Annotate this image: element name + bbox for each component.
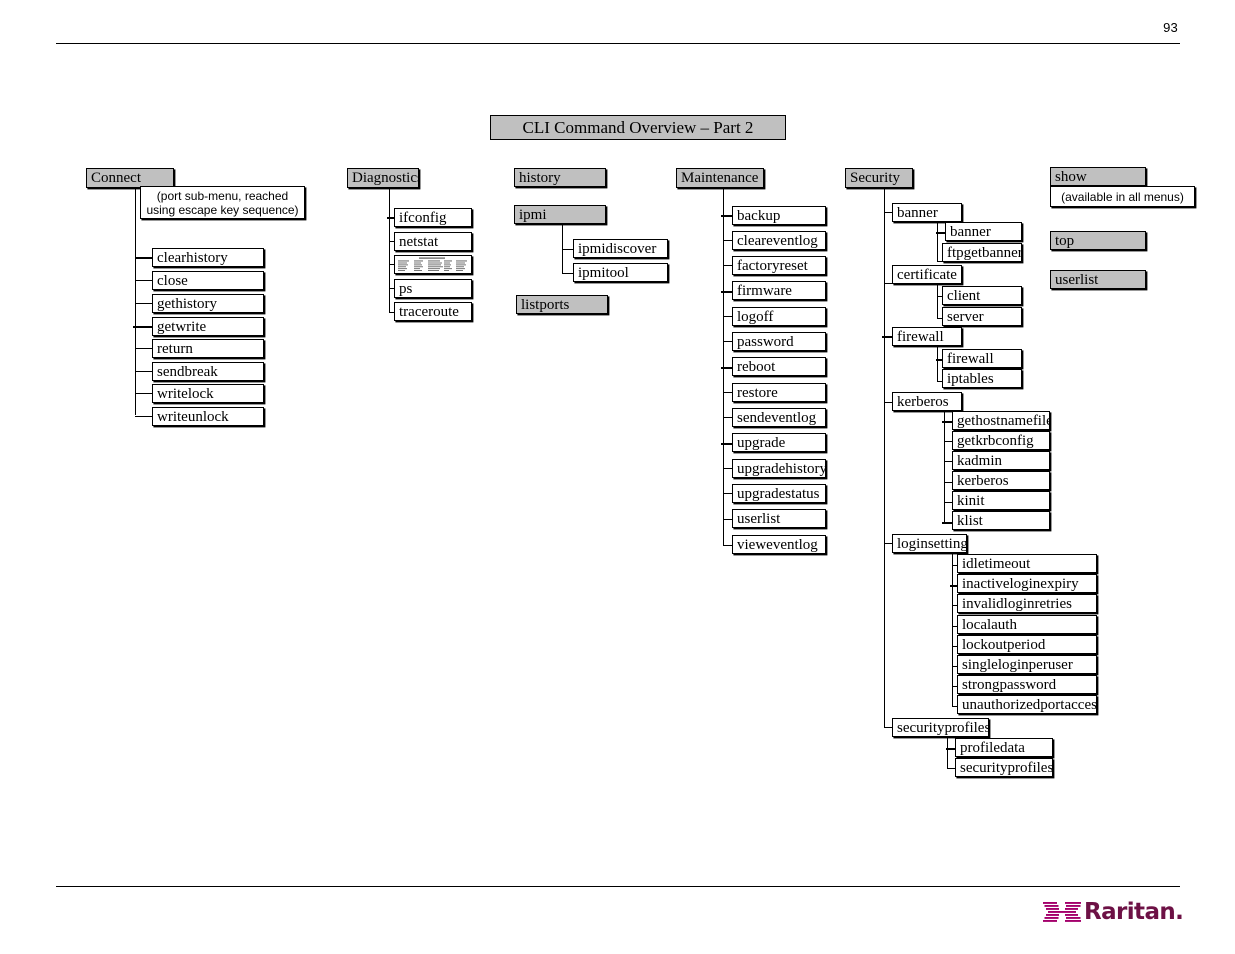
connector-connect-7 [135,416,153,417]
page-number: 93 [1163,20,1178,35]
connector-diagnostics-trunk [389,188,390,312]
node-maintenance-upgradehistory[interactable]: upgradehistory [732,459,826,478]
raritan-bowtie-logo-icon [1043,902,1081,922]
node-loginsetting-invalidloginretries[interactable]: invalidloginretries [957,594,1097,613]
header-rule [56,43,1180,44]
raritan-logo: Raritan. [1043,898,1184,926]
node-banner-banner[interactable]: banner [945,222,1022,241]
thumbnail-table-graphic [398,257,467,271]
node-connect-root[interactable]: Connect [86,168,174,188]
node-security-banner[interactable]: banner [892,203,962,222]
node-kerberos-kadmin[interactable]: kadmin [952,451,1050,470]
connector-kerberos-trunk [944,411,945,522]
raritan-wordmark: Raritan. [1084,898,1184,925]
node-loginsetting-localauth[interactable]: localauth [957,615,1097,634]
node-connect-close[interactable]: close [152,271,264,290]
node-maintenance-factoryreset[interactable]: factoryreset [732,256,826,275]
connector-firewall-trunk [937,346,938,381]
connector-connect-2 [135,303,153,304]
node-loginsetting-singleloginperuser[interactable]: singleloginperuser [957,655,1097,674]
node-maintenance-cleareventlog[interactable]: cleareventlog [732,231,826,250]
node-maintenance-root[interactable]: Maintenance [676,168,764,188]
connector-connect-1 [135,280,153,281]
node-kerberos-kerberos[interactable]: kerberos [952,471,1050,490]
node-security-loginsetting[interactable]: loginsetting [892,534,967,553]
node-diagnostics-ps[interactable]: ps [394,279,472,298]
node-connect-clearhistory[interactable]: clearhistory [152,248,264,267]
node-kerberos-kinit[interactable]: kinit [952,491,1050,510]
node-history-root[interactable]: history [514,168,606,187]
connector-securityprofiles-trunk [947,737,948,768]
node-diagnostics-traceroute[interactable]: traceroute [394,302,472,321]
node-security-certificate[interactable]: certificate [892,265,962,284]
node-certificate-client[interactable]: client [942,286,1022,305]
diagram-title: CLI Command Overview – Part 2 [490,115,786,140]
connector-connect-3 [133,326,153,328]
node-diagnostics-root[interactable]: Diagnostics [347,168,419,188]
node-top-root[interactable]: top [1050,231,1146,250]
node-firewall-firewall[interactable]: firewall [942,349,1022,368]
connector-connect-6 [135,393,153,394]
node-securityprofiles-profiledata[interactable]: profiledata [955,738,1053,757]
node-kerberos-klist[interactable]: klist [952,511,1050,530]
netstat-output-thumbnail [394,255,472,274]
node-connect-sendbreak[interactable]: sendbreak [152,362,264,381]
node-connect-return[interactable]: return [152,339,264,358]
node-listports-root[interactable]: listports [516,295,608,314]
node-banner-ftpgetbanner[interactable]: ftpgetbanner [942,243,1022,262]
node-certificate-server[interactable]: server [942,307,1022,326]
connector-certificate-trunk [937,284,938,319]
connector-banner-trunk [937,222,938,261]
node-loginsetting-unauthorizedportaccess[interactable]: unauthorizedportaccess [957,695,1097,714]
node-ipmi-ipmitool[interactable]: ipmitool [573,263,668,282]
note-show-available: (available in all menus) [1050,186,1195,207]
footer-rule [56,886,1180,887]
node-loginsetting-inactiveloginexpiry[interactable]: inactiveloginexpiry [957,574,1097,593]
node-maintenance-upgrade[interactable]: upgrade [732,433,826,452]
node-securityprofiles-securityprofiles[interactable]: securityprofiles [955,758,1053,777]
node-maintenance-reboot[interactable]: reboot [732,357,826,376]
note-connect-line1: (port sub-menu, reached [156,189,289,203]
node-connect-writelock[interactable]: writelock [152,384,264,403]
node-kerberos-gethostnamefile[interactable]: gethostnamefile [952,411,1050,430]
node-maintenance-upgradestatus[interactable]: upgradestatus [732,484,826,503]
note-connect-line2: using escape key sequence) [146,203,299,217]
node-maintenance-firmware[interactable]: firmware [732,281,826,300]
node-ipmi-root[interactable]: ipmi [514,205,606,224]
node-security-kerberos[interactable]: kerberos [892,392,962,411]
connector-connect-5 [135,371,153,372]
node-loginsetting-lockoutperiod[interactable]: lockoutperiod [957,635,1097,654]
node-loginsetting-idletimeout[interactable]: idletimeout [957,554,1097,573]
node-userlist-root[interactable]: userlist [1050,270,1146,289]
node-diagnostics-ifconfig[interactable]: ifconfig [394,208,472,227]
node-kerberos-getkrbconfig[interactable]: getkrbconfig [952,431,1050,450]
node-connect-gethistory[interactable]: gethistory [152,294,264,313]
node-security-root[interactable]: Security [845,168,913,188]
node-maintenance-restore[interactable]: restore [732,383,826,402]
connector-loginsetting-trunk [952,553,953,706]
node-loginsetting-strongpassword[interactable]: strongpassword [957,675,1097,694]
node-connect-getwrite[interactable]: getwrite [152,317,264,336]
connector-connect-trunk [135,188,136,415]
note-connect-submenu: (port sub-menu, reached using escape key… [140,186,305,219]
node-security-securityprofiles[interactable]: securityprofiles [892,718,989,737]
node-maintenance-backup[interactable]: backup [732,206,826,225]
connector-connect-0 [135,257,153,259]
node-maintenance-logoff[interactable]: logoff [732,307,826,326]
node-maintenance-password[interactable]: password [732,332,826,351]
node-show-root[interactable]: show [1050,167,1146,186]
node-maintenance-vieweventlog[interactable]: vieweventlog [732,535,826,554]
node-connect-writeunlock[interactable]: writeunlock [152,407,264,426]
node-firewall-iptables[interactable]: iptables [942,369,1022,388]
node-maintenance-userlist[interactable]: userlist [732,509,826,528]
node-diagnostics-netstat[interactable]: netstat [394,232,472,251]
node-maintenance-sendeventlog[interactable]: sendeventlog [732,408,826,427]
node-ipmi-ipmidiscover[interactable]: ipmidiscover [573,239,668,258]
node-security-firewall[interactable]: firewall [892,327,962,346]
connector-security-trunk [884,188,885,728]
connector-connect-4 [135,348,153,349]
document-page: 93 CLI Command Overview – Part 2 Connect… [0,0,1235,954]
